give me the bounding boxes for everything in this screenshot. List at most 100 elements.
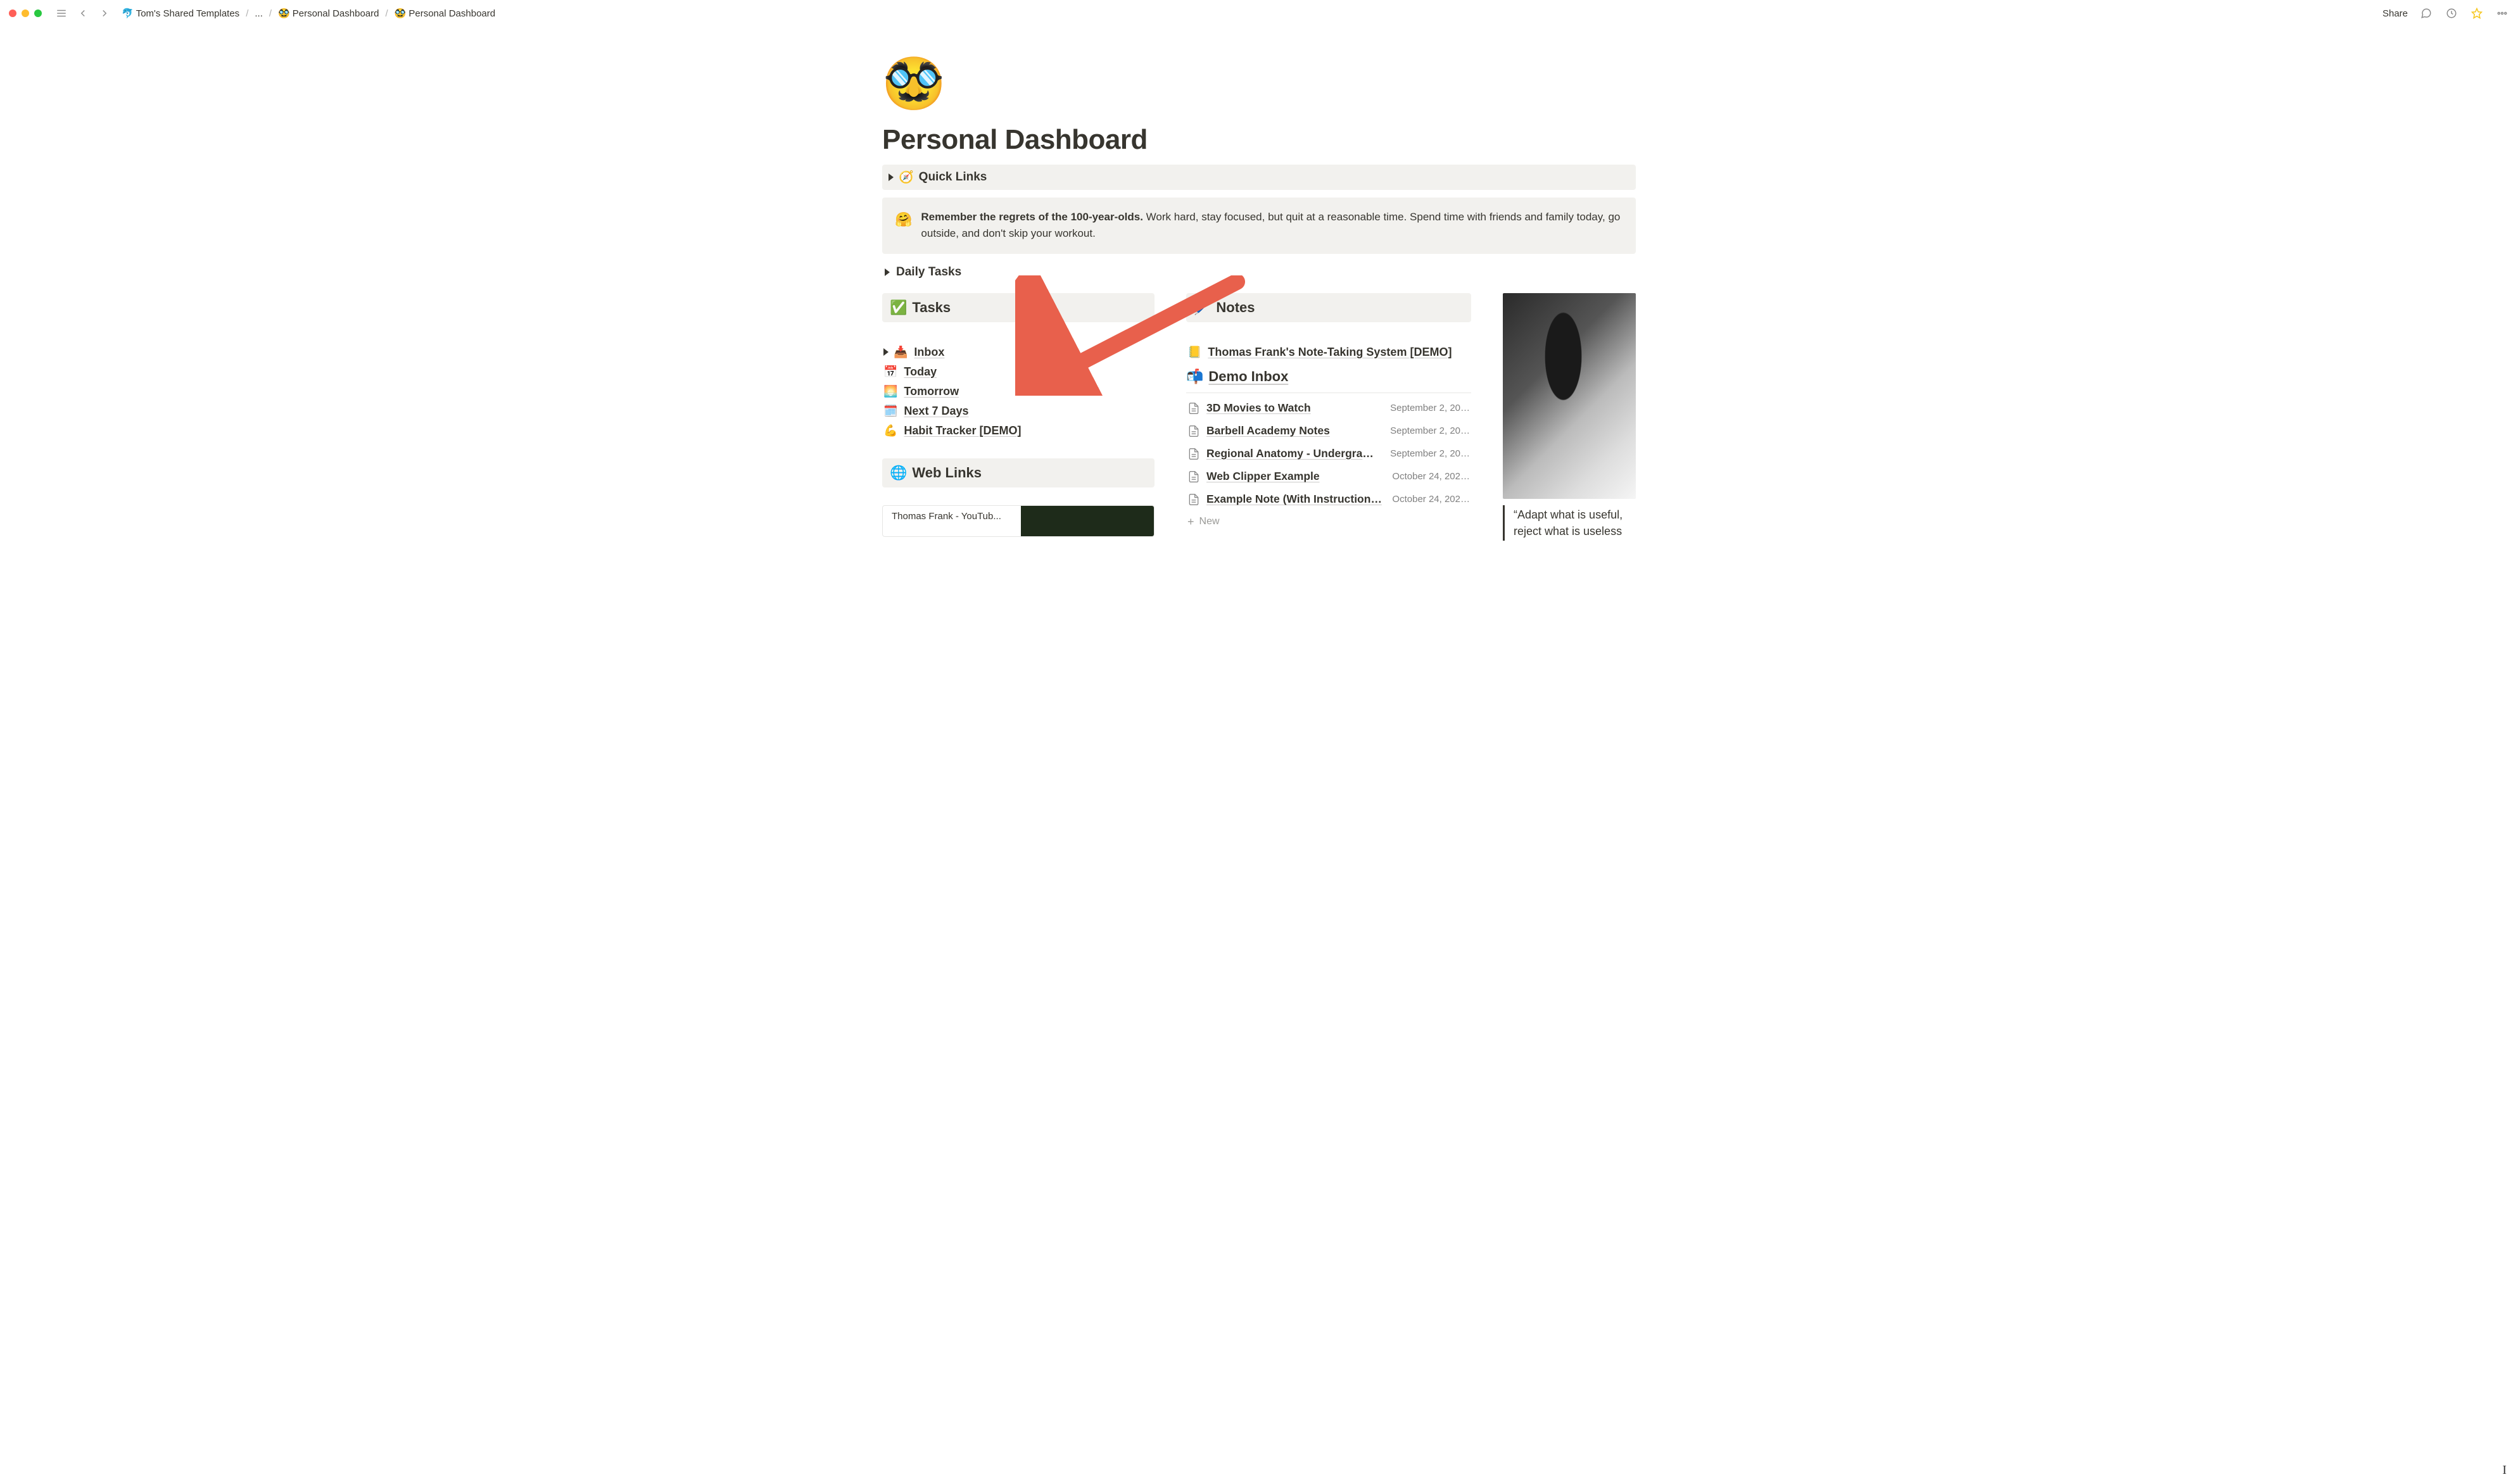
callout-bold: Remember the regrets of the 100-year-old… <box>921 211 1143 223</box>
traffic-lights <box>9 9 42 17</box>
weblinks-header-label: Web Links <box>912 465 982 481</box>
notes-item[interactable]: Regional Anatomy - Undergrad… September 2… <box>1186 443 1471 465</box>
close-window-button[interactable] <box>9 9 16 17</box>
demo-inbox-header[interactable]: 📬 Demo Inbox <box>1186 362 1471 389</box>
tasks-today-icon: 📅 <box>883 365 897 379</box>
tasks-next7-icon: 🗓️ <box>883 405 897 418</box>
tasks-tomorrow-label: Tomorrow <box>904 385 959 398</box>
quick-links-label: Quick Links <box>919 170 987 184</box>
tasks-next7-link[interactable]: 🗓️ Next 7 Days <box>882 401 1155 421</box>
notes-item[interactable]: Web Clipper Example October 24, 202… <box>1186 465 1471 488</box>
weblinks-header[interactable]: 🌐 Web Links <box>882 458 1155 487</box>
breadcrumb-sep: / <box>269 8 272 19</box>
notes-item[interactable]: Barbell Academy Notes September 2, 20… <box>1186 420 1471 443</box>
daily-tasks-toggle[interactable]: Daily Tasks <box>882 261 1636 283</box>
breadcrumb-sep: / <box>246 8 248 19</box>
page-icon <box>1187 401 1200 415</box>
notes-item-date: September 2, 20… <box>1390 448 1470 459</box>
tasks-habit-label: Habit Tracker [DEMO] <box>904 424 1021 437</box>
weblink-card[interactable]: Thomas Frank - YouTub... <box>882 505 1155 537</box>
new-note-button[interactable]: + New <box>1186 511 1471 533</box>
daily-tasks-label: Daily Tasks <box>896 265 961 279</box>
nav-forward-icon[interactable] <box>98 6 111 20</box>
breadcrumb: 🐬 Tom's Shared Templates / ... / 🥸 Perso… <box>119 6 498 20</box>
page-icon <box>1187 493 1200 506</box>
notes-item-title: 3D Movies to Watch <box>1206 401 1380 415</box>
notes-item-date: September 2, 20… <box>1390 425 1470 436</box>
quote-column: “Adapt what is useful, reject what is us… <box>1503 293 1636 541</box>
callout-icon: 🤗 <box>895 209 912 242</box>
callout-text: Remember the regrets of the 100-year-old… <box>921 209 1623 242</box>
breadcrumb-sep: / <box>386 8 388 19</box>
new-note-label: New <box>1199 516 1220 527</box>
text-cursor-icon: I <box>2502 1463 2507 1478</box>
callout-block[interactable]: 🤗 Remember the regrets of the 100-year-o… <box>882 198 1636 254</box>
notes-item-title: Example Note (With Instruction… <box>1206 493 1382 506</box>
notes-item-title: Web Clipper Example <box>1206 470 1382 483</box>
notes-item-date: October 24, 202… <box>1392 494 1470 505</box>
notes-header[interactable]: 🖊️ Notes <box>1186 293 1471 322</box>
chevron-right-icon <box>883 348 889 356</box>
window-chrome: 🐬 Tom's Shared Templates / ... / 🥸 Perso… <box>0 0 2518 27</box>
page-icon <box>1187 447 1200 461</box>
weblink-thumbnail <box>1021 506 1154 536</box>
page-content: 🥸 Personal Dashboard 🧭 Quick Links 🤗 Rem… <box>870 27 1648 541</box>
tasks-inbox-label: Inbox <box>914 346 944 359</box>
page-icon <box>1187 424 1200 438</box>
more-icon[interactable] <box>2495 6 2509 20</box>
tasks-today-label: Today <box>904 365 937 379</box>
chevron-right-icon <box>885 268 890 276</box>
tasks-habit-icon: 💪 <box>883 424 897 437</box>
tasks-habit-link[interactable]: 💪 Habit Tracker [DEMO] <box>882 421 1155 441</box>
notes-item-title: Barbell Academy Notes <box>1206 424 1380 437</box>
demo-inbox-label: Demo Inbox <box>1208 368 1288 385</box>
tasks-header-label: Tasks <box>912 299 951 316</box>
tasks-header-icon: ✅ <box>890 299 907 316</box>
tasks-next7-label: Next 7 Days <box>904 405 968 418</box>
image-block[interactable] <box>1503 293 1636 499</box>
quick-links-toggle[interactable]: 🧭 Quick Links <box>882 165 1636 190</box>
page-title[interactable]: Personal Dashboard <box>882 124 1636 156</box>
sidebar-toggle-icon[interactable] <box>54 6 68 20</box>
notes-item-date: October 24, 202… <box>1392 471 1470 482</box>
notes-item[interactable]: Example Note (With Instruction… October 2… <box>1186 488 1471 511</box>
notes-system-link[interactable]: 📒 Thomas Frank's Note-Taking System [DEM… <box>1186 343 1471 362</box>
quote-block[interactable]: “Adapt what is useful, reject what is us… <box>1503 505 1636 541</box>
tasks-column: ✅ Tasks 📥 Inbox 📅 Today 🌅 Tomorrow 🗓️ Ne… <box>882 293 1155 537</box>
favorite-icon[interactable] <box>2470 6 2484 20</box>
topbar-actions: Share <box>2382 6 2509 20</box>
breadcrumb-current[interactable]: 🥸 Personal Dashboard <box>392 6 498 20</box>
breadcrumb-mid[interactable]: 🥸 Personal Dashboard <box>275 6 381 20</box>
notes-header-icon: 🖊️ <box>1194 299 1211 316</box>
tasks-header[interactable]: ✅ Tasks <box>882 293 1155 322</box>
columns: ✅ Tasks 📥 Inbox 📅 Today 🌅 Tomorrow 🗓️ Ne… <box>882 293 1636 541</box>
comments-icon[interactable] <box>2419 6 2433 20</box>
notes-item-title: Regional Anatomy - Undergrad… <box>1206 447 1380 460</box>
tasks-inbox-icon: 📥 <box>894 346 908 359</box>
weblink-title: Thomas Frank - YouTub... <box>883 506 1021 536</box>
page-icon[interactable]: 🥸 <box>882 58 1636 109</box>
share-button[interactable]: Share <box>2382 8 2408 19</box>
tasks-today-link[interactable]: 📅 Today <box>882 362 1155 382</box>
maximize-window-button[interactable] <box>34 9 42 17</box>
minimize-window-button[interactable] <box>22 9 29 17</box>
breadcrumb-current-icon: 🥸 <box>395 8 407 19</box>
breadcrumb-root-label: Tom's Shared Templates <box>136 8 240 19</box>
tasks-inbox-link[interactable]: 📥 Inbox <box>882 343 1155 362</box>
breadcrumb-root-icon: 🐬 <box>122 8 134 19</box>
breadcrumb-current-label: Personal Dashboard <box>408 8 495 19</box>
updates-icon[interactable] <box>2445 6 2458 20</box>
notes-item[interactable]: 3D Movies to WatchSeptember 2, 20… <box>1186 397 1471 420</box>
quote-text: “Adapt what is useful, reject what is us… <box>1514 508 1623 538</box>
page-icon <box>1187 470 1200 484</box>
chevron-right-icon <box>889 173 894 181</box>
breadcrumb-root[interactable]: 🐬 Tom's Shared Templates <box>119 6 242 20</box>
notes-system-icon: 📒 <box>1187 346 1201 359</box>
demo-inbox-icon: 📬 <box>1186 368 1203 385</box>
nav-back-icon[interactable] <box>76 6 90 20</box>
quick-links-icon: 🧭 <box>899 170 914 185</box>
breadcrumb-mid-label: Personal Dashboard <box>293 8 379 19</box>
breadcrumb-ellipsis[interactable]: ... <box>252 7 265 20</box>
notes-list: 3D Movies to WatchSeptember 2, 20…Barbel… <box>1186 397 1471 511</box>
tasks-tomorrow-link[interactable]: 🌅 Tomorrow <box>882 382 1155 401</box>
